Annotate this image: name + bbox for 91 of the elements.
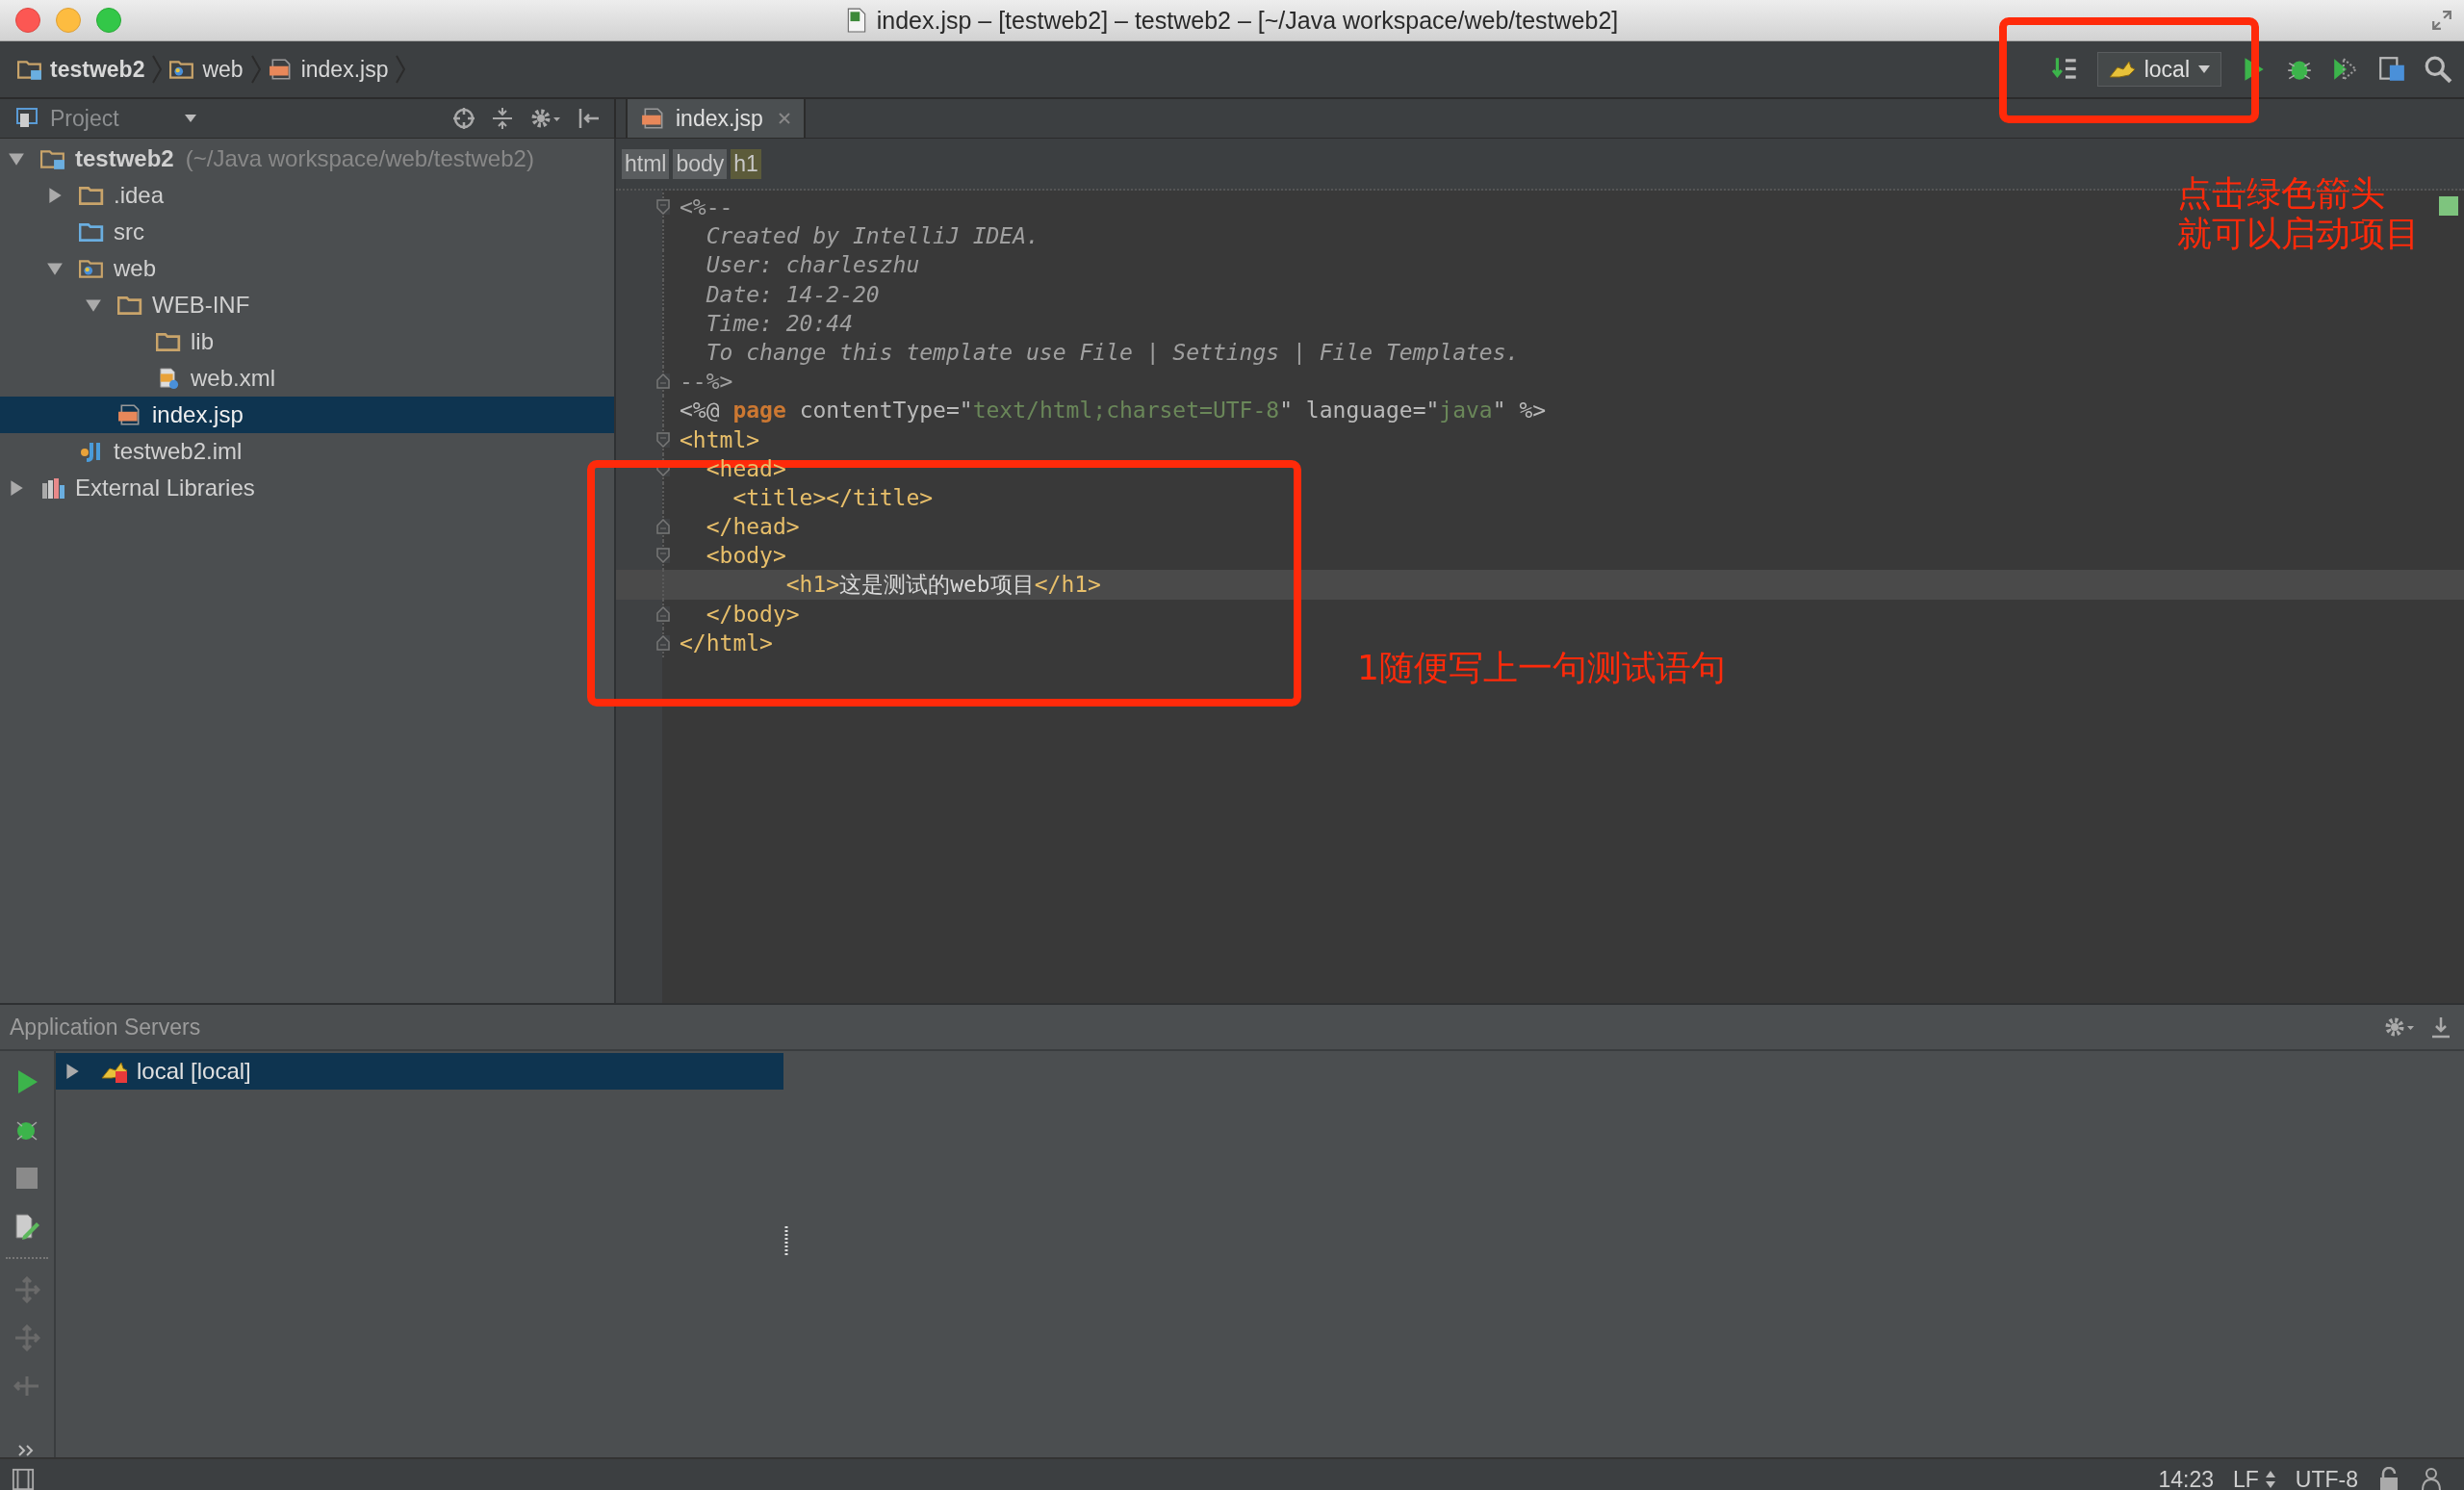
code-line: To change this template use File | Settings | File Templates.	[705, 340, 1520, 366]
globe-folder-icon	[79, 258, 104, 279]
deploy-icon	[13, 1276, 40, 1303]
updown-icon	[2264, 1470, 2276, 1489]
file-icon	[845, 8, 867, 33]
code-line: </body>	[705, 601, 800, 627]
server-item[interactable]: local [local]	[56, 1053, 783, 1090]
fold-marker-icon[interactable]	[656, 548, 670, 564]
fold-marker-icon[interactable]	[656, 199, 670, 216]
fold-marker-icon[interactable]	[656, 605, 670, 622]
lock-icon[interactable]	[2377, 1467, 2400, 1490]
collapsed-arrow-icon[interactable]	[46, 187, 64, 204]
code-line: </html>	[679, 629, 773, 655]
annotation-text: 就可以启动项目	[2177, 214, 2420, 254]
tree-item[interactable]: src	[0, 214, 614, 250]
code-line: <title></title>	[732, 484, 934, 510]
module-folder-icon	[40, 148, 65, 169]
tree-item[interactable]: lib	[0, 323, 614, 360]
code-line: Date: 14-2-20	[705, 281, 880, 307]
project-view-icon	[15, 108, 40, 129]
no-errors-marker	[2439, 196, 2458, 216]
close-window-button[interactable]	[15, 8, 40, 33]
tree-item[interactable]: WEB-INF	[0, 287, 614, 323]
annotation-text: 点击绿色箭头	[2177, 173, 2386, 214]
search-icon[interactable]	[2424, 55, 2452, 84]
window-title: index.jsp – [testweb2] – testweb2 – [~/Java workspace/web/testweb2]	[876, 6, 1619, 35]
breadcrumb-item[interactable]: testweb2	[17, 56, 145, 83]
caret-icon	[2197, 64, 2211, 74]
tree-item[interactable]: .idea	[0, 177, 614, 214]
module-folder-icon	[17, 59, 42, 80]
zoom-window-button[interactable]	[96, 8, 121, 33]
tree-item[interactable]: index.jsp	[0, 397, 614, 433]
code-line: <h1>这是测试的web项目</h1>	[784, 571, 1101, 600]
person-icon[interactable]	[2420, 1467, 2443, 1490]
close-tab-icon[interactable]	[778, 113, 790, 124]
code-line: </head>	[705, 514, 800, 540]
hide-panel-icon[interactable]	[578, 107, 601, 130]
fullscreen-icon[interactable]	[2431, 10, 2452, 31]
editor-tab[interactable]: index.jsp	[626, 99, 806, 138]
caret-position[interactable]: 14:23	[2158, 1466, 2214, 1490]
settings-icon[interactable]	[2383, 1015, 2416, 1039]
tag-path-item[interactable]: html	[622, 148, 670, 179]
tag-path-item[interactable]: h1	[731, 148, 761, 179]
fold-marker-icon[interactable]	[656, 373, 670, 390]
run-configuration-dropdown[interactable]: local	[2096, 52, 2221, 87]
settings-icon[interactable]	[529, 107, 562, 130]
code-line: User: charleszhu	[705, 252, 920, 278]
folder-icon	[156, 331, 181, 352]
tree-item[interactable]: web	[0, 250, 614, 287]
redeploy-icon	[13, 1324, 40, 1351]
code-line: Time: 20:44	[705, 310, 853, 336]
globe-folder-icon	[169, 59, 195, 80]
fold-marker-icon[interactable]	[656, 634, 670, 651]
tree-item[interactable]: External Libraries	[0, 470, 614, 506]
code-line: <html>	[679, 426, 760, 452]
annotation-text: 1随便写上一句测试语句	[1357, 647, 1726, 689]
caret-icon	[184, 114, 197, 123]
code-line: <body>	[705, 543, 786, 569]
fold-marker-icon[interactable]	[656, 519, 670, 535]
tree-item[interactable]: web.xml	[0, 360, 614, 397]
tree-item[interactable]: testweb2.iml	[0, 433, 614, 470]
edit-configuration-icon[interactable]	[13, 1213, 40, 1240]
splitter-grip-icon[interactable]	[783, 1226, 789, 1255]
line-separator[interactable]: LF	[2233, 1466, 2259, 1490]
code-line: <%@ page contentType="text/html;charset=UTF-8" language="java" %>	[679, 398, 1547, 424]
project-view-dropdown[interactable]: Project	[0, 99, 207, 138]
expanded-arrow-icon[interactable]	[8, 150, 25, 167]
tool-windows-icon[interactable]	[12, 1467, 35, 1490]
code-line: --%>	[679, 369, 733, 395]
locate-icon[interactable]	[452, 107, 475, 130]
collapse-all-icon[interactable]	[491, 107, 514, 130]
folder-icon	[79, 185, 104, 206]
tree-item[interactable]: testweb2 (~/Java workspace/web/testweb2)	[0, 141, 614, 177]
folder-icon	[79, 221, 104, 243]
code-line: <%--	[679, 194, 733, 220]
breadcrumb-item[interactable]: web	[169, 56, 244, 83]
folder-icon	[117, 295, 142, 316]
code-line: Created by IntelliJ IDEA.	[705, 223, 1040, 249]
expanded-arrow-icon[interactable]	[85, 296, 102, 314]
collapsed-arrow-icon[interactable]	[8, 479, 25, 497]
hide-panel-icon[interactable]	[2429, 1015, 2452, 1039]
books-icon	[40, 477, 65, 499]
file-encoding[interactable]: UTF-8	[2295, 1466, 2358, 1490]
panel-title: Application Servers	[9, 1014, 201, 1040]
fold-marker-icon[interactable]	[656, 431, 670, 448]
tag-path-item[interactable]: body	[673, 148, 728, 179]
project-structure-icon[interactable]	[2377, 55, 2406, 84]
breadcrumb-item[interactable]: index.jsp	[268, 56, 389, 83]
collapsed-arrow-icon[interactable]	[64, 1063, 81, 1080]
expanded-arrow-icon[interactable]	[46, 260, 64, 277]
stop-icon[interactable]	[13, 1165, 40, 1192]
